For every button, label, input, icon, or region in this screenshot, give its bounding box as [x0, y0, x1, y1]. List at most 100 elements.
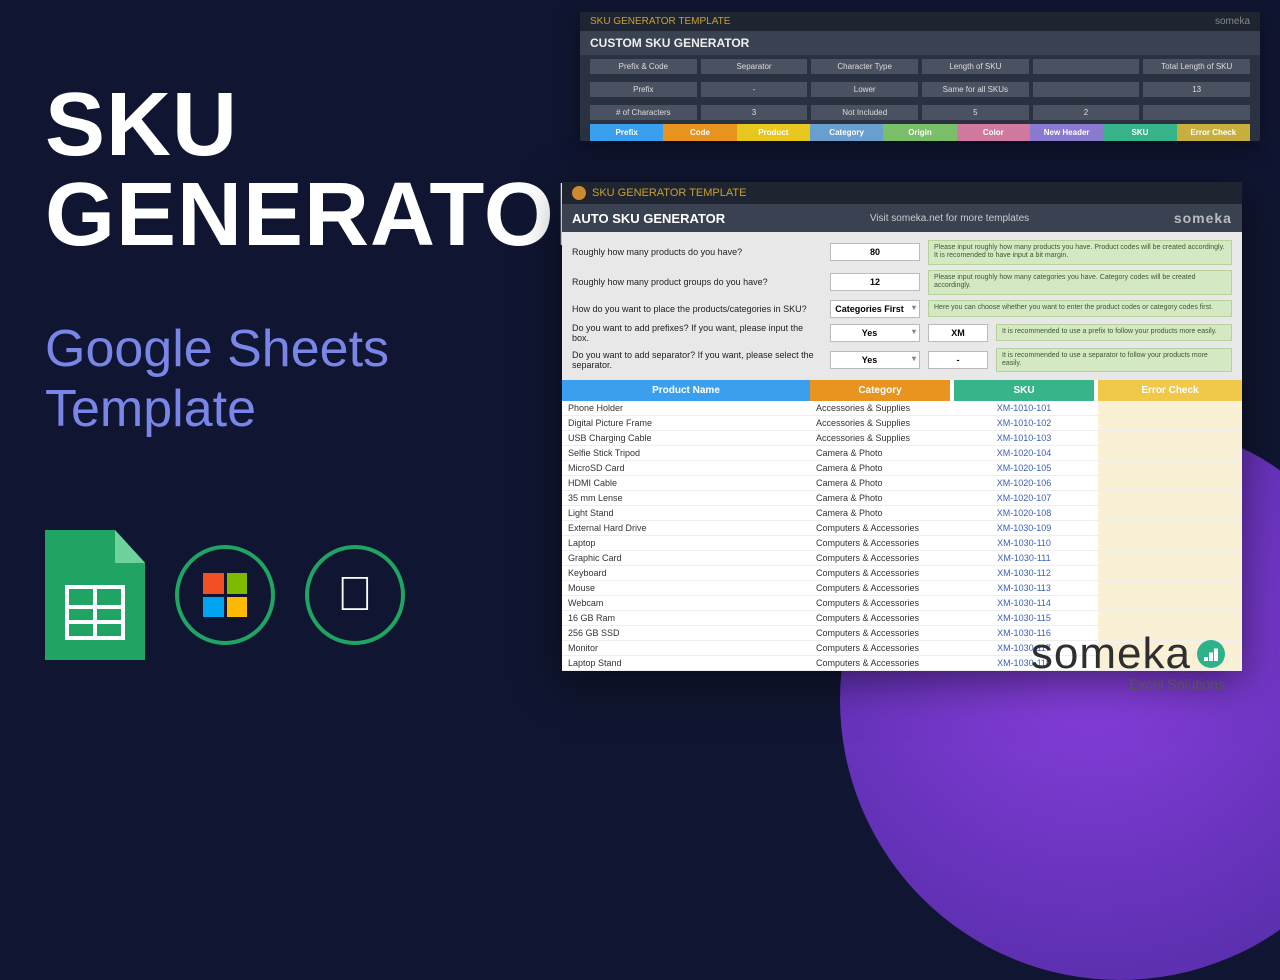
cell-error: [1098, 461, 1242, 475]
form-label: Roughly how many product groups do you h…: [572, 277, 822, 287]
cell-category: Computers & Accessories: [810, 641, 950, 655]
cell-product: Monitor: [562, 641, 810, 655]
back-cell: 3: [701, 105, 808, 120]
cell-category: Accessories & Supplies: [810, 401, 950, 415]
custom-sku-window: SKU GENERATOR TEMPLATE someka CUSTOM SKU…: [580, 12, 1260, 141]
cell-sku: XM-1010-102: [954, 416, 1094, 430]
back-row2: Prefix-LowerSame for all SKUs13: [580, 78, 1260, 101]
windows-icon: [175, 545, 275, 645]
cell-sku: XM-1030-110: [954, 536, 1094, 550]
table-header: Product Name Category SKU Error Check: [562, 380, 1242, 401]
footer-logo: someka Excel Solutions: [1031, 629, 1225, 692]
cell-sku: XM-1020-106: [954, 476, 1094, 490]
cell-sku: XM-1030-114: [954, 596, 1094, 610]
table-row[interactable]: HDMI CableCamera & PhotoXM-1020-106: [562, 476, 1242, 491]
back-cell: Prefix: [590, 82, 697, 97]
number-input[interactable]: 80: [830, 243, 920, 261]
back-cell: Same for all SKUs: [922, 82, 1029, 97]
table-row[interactable]: LaptopComputers & AccessoriesXM-1030-110: [562, 536, 1242, 551]
back-cell: 5: [922, 105, 1029, 120]
config-form: Roughly how many products do you have?80…: [562, 232, 1242, 380]
dropdown[interactable]: Categories First: [830, 300, 920, 318]
cell-product: Phone Holder: [562, 401, 810, 415]
table-row[interactable]: Selfie Stick TripodCamera & PhotoXM-1020…: [562, 446, 1242, 461]
cell-sku: XM-1030-109: [954, 521, 1094, 535]
back-cell: # of Characters: [590, 105, 697, 120]
cell-category: Computers & Accessories: [810, 551, 950, 565]
cell-sku: XM-1030-111: [954, 551, 1094, 565]
cell-error: [1098, 596, 1242, 610]
cell-product: Laptop Stand: [562, 656, 810, 670]
table-row[interactable]: USB Charging CableAccessories & Supplies…: [562, 431, 1242, 446]
hero-title-l1: SKU: [45, 80, 621, 170]
cell-error: [1098, 446, 1242, 460]
auto-sku-window: SKU GENERATOR TEMPLATE AUTO SKU GENERATO…: [562, 182, 1242, 671]
hero-subtitle: Google Sheets Template: [45, 320, 389, 440]
back-row3: # of Characters3Not Included52: [580, 101, 1260, 124]
hint-text: It is recommended to use a separator to …: [996, 348, 1232, 373]
table-row[interactable]: Phone HolderAccessories & SuppliesXM-101…: [562, 401, 1242, 416]
cell-error: [1098, 581, 1242, 595]
form-row: How do you want to place the products/ca…: [572, 300, 1232, 318]
back-cell: -: [701, 82, 808, 97]
apple-icon: : [305, 545, 405, 645]
cell-category: Computers & Accessories: [810, 566, 950, 580]
table-row[interactable]: 35 mm LenseCamera & PhotoXM-1020-107: [562, 491, 1242, 506]
cell-category: Computers & Accessories: [810, 611, 950, 625]
cell-category: Camera & Photo: [810, 461, 950, 475]
back-title: CUSTOM SKU GENERATOR: [580, 31, 1260, 55]
cell-category: Computers & Accessories: [810, 626, 950, 640]
back-cell: Lower: [811, 82, 918, 97]
back-top-label: SKU GENERATOR TEMPLATE: [590, 16, 730, 27]
table-row[interactable]: Graphic CardComputers & AccessoriesXM-10…: [562, 551, 1242, 566]
cell-category: Computers & Accessories: [810, 656, 950, 670]
secondary-input[interactable]: -: [928, 351, 988, 369]
table-row[interactable]: MouseComputers & AccessoriesXM-1030-113: [562, 581, 1242, 596]
back-header-cell: SKU: [1103, 124, 1176, 141]
form-row: Do you want to add prefixes? If you want…: [572, 323, 1232, 343]
cell-product: Mouse: [562, 581, 810, 595]
table-row[interactable]: 16 GB RamComputers & AccessoriesXM-1030-…: [562, 611, 1242, 626]
form-row: Roughly how many product groups do you h…: [572, 270, 1232, 295]
table-row[interactable]: Light StandCamera & PhotoXM-1020-108: [562, 506, 1242, 521]
google-sheets-icon: [45, 530, 145, 660]
app-icon: [572, 186, 586, 200]
cell-error: [1098, 536, 1242, 550]
back-header-cell: Error Check: [1177, 124, 1250, 141]
cell-sku: XM-1020-105: [954, 461, 1094, 475]
platform-icons: : [45, 530, 405, 660]
form-label: Do you want to add separator? If you wan…: [572, 350, 822, 370]
cell-error: [1098, 491, 1242, 505]
cell-error: [1098, 611, 1242, 625]
table-row[interactable]: MicroSD CardCamera & PhotoXM-1020-105: [562, 461, 1242, 476]
cell-product: 256 GB SSD: [562, 626, 810, 640]
cell-product: Webcam: [562, 596, 810, 610]
back-header-cell: Code: [663, 124, 736, 141]
cell-category: Computers & Accessories: [810, 536, 950, 550]
cell-error: [1098, 506, 1242, 520]
number-input[interactable]: 12: [830, 273, 920, 291]
front-brand: someka: [1174, 210, 1232, 226]
table-row[interactable]: KeyboardComputers & AccessoriesXM-1030-1…: [562, 566, 1242, 581]
hint-text: Please input roughly how many categories…: [928, 270, 1232, 295]
cell-category: Accessories & Supplies: [810, 416, 950, 430]
secondary-input[interactable]: XM: [928, 324, 988, 342]
col-error: Error Check: [1098, 380, 1242, 401]
hint-text: Please input roughly how many products y…: [928, 240, 1232, 265]
cell-sku: XM-1020-108: [954, 506, 1094, 520]
table-row[interactable]: WebcamComputers & AccessoriesXM-1030-114: [562, 596, 1242, 611]
back-header-cell: Origin: [883, 124, 956, 141]
back-cell: Length of SKU: [922, 59, 1029, 74]
col-category: Category: [810, 380, 950, 401]
cell-error: [1098, 551, 1242, 565]
visit-link[interactable]: Visit someka.net for more templates: [870, 213, 1029, 224]
table-row[interactable]: External Hard DriveComputers & Accessori…: [562, 521, 1242, 536]
back-header-cell: Color: [957, 124, 1030, 141]
table-row[interactable]: Digital Picture FrameAccessories & Suppl…: [562, 416, 1242, 431]
back-header-cell: Category: [810, 124, 883, 141]
dropdown[interactable]: Yes: [830, 351, 920, 369]
cell-error: [1098, 476, 1242, 490]
cell-error: [1098, 566, 1242, 580]
cell-sku: XM-1020-104: [954, 446, 1094, 460]
dropdown[interactable]: Yes: [830, 324, 920, 342]
